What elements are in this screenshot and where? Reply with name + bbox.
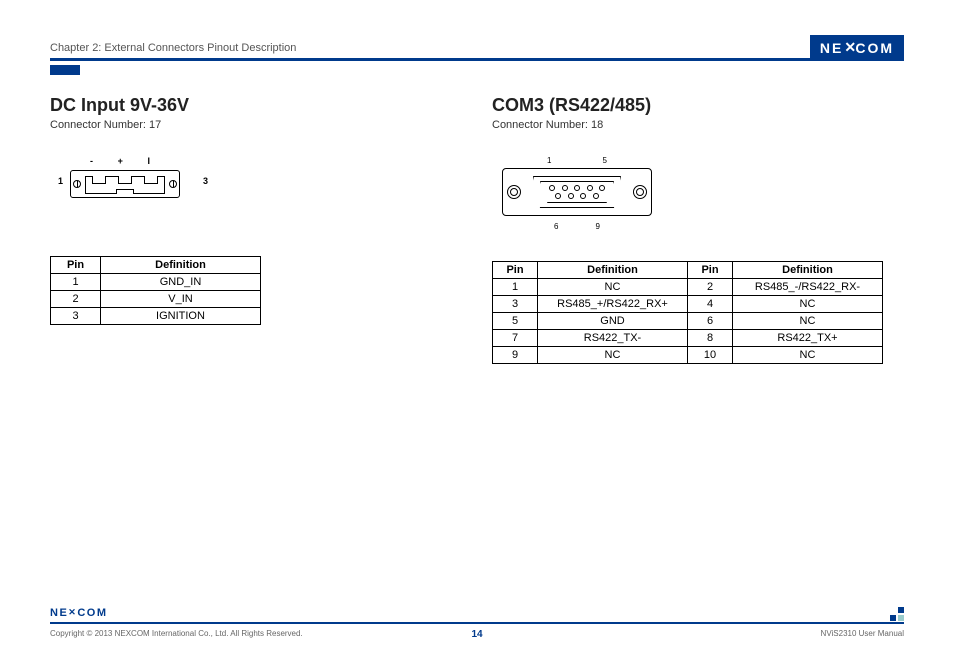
dc-notch-icon — [116, 189, 134, 194]
th-pin: Pin — [51, 257, 101, 274]
db9-pin-icon — [549, 185, 555, 191]
dc-pin-label-3: 3 — [203, 176, 208, 186]
footer-rule — [50, 622, 904, 624]
footer-logo: NE✕COM — [50, 607, 108, 619]
footer-mark-icon — [890, 607, 904, 621]
db9-pin-icon — [555, 193, 561, 199]
db9-pin-icon — [580, 193, 586, 199]
db9-pin-icon — [574, 185, 580, 191]
db9-connector-diagram: 1 5 — [492, 156, 662, 231]
header-accent-mark — [50, 65, 80, 75]
screw-icon — [169, 180, 177, 188]
th-def: Definition — [101, 257, 261, 274]
header-rule — [50, 58, 904, 61]
db9-label-9: 9 — [596, 222, 600, 231]
db9-pin-icon — [562, 185, 568, 191]
table-row: 1NC2RS485_-/RS422_RX- — [493, 279, 883, 296]
dc-connector-number: Connector Number: 17 — [50, 119, 462, 131]
table-row: 3RS485_+/RS422_RX+4NC — [493, 296, 883, 313]
page-header: Chapter 2: External Connectors Pinout De… — [50, 35, 904, 60]
content-area: DC Input 9V-36V Connector Number: 17 - +… — [50, 95, 904, 364]
db9-label-5: 5 — [603, 156, 607, 165]
dc-pin-icon — [118, 176, 132, 184]
db9-pin-icon — [568, 193, 574, 199]
table-row: 7RS422_TX-8RS422_TX+ — [493, 330, 883, 347]
db9-label-1: 1 — [547, 156, 551, 165]
com3-connector-number: Connector Number: 18 — [492, 119, 904, 131]
dc-pin-label-1: 1 — [58, 176, 63, 186]
table-row: 9NC10NC — [493, 347, 883, 364]
db9-pin-icon — [599, 185, 605, 191]
dc-input-section: DC Input 9V-36V Connector Number: 17 - +… — [50, 95, 462, 364]
logo-x-icon: ✕ — [844, 39, 854, 56]
com3-section: COM3 (RS422/485) Connector Number: 18 1 … — [492, 95, 904, 364]
dc-input-title: DC Input 9V-36V — [50, 95, 462, 116]
th-pin: Pin — [493, 262, 538, 279]
db9-label-6: 6 — [554, 222, 558, 231]
db9-shell — [533, 176, 621, 208]
nexcom-logo: NE✕COM — [810, 35, 904, 60]
dc-pinout-table: Pin Definition 1GND_IN 2V_IN 3IGNITION — [50, 256, 261, 325]
dc-pin-icon — [92, 176, 106, 184]
table-row: 2V_IN — [51, 291, 261, 308]
table-row: 5GND6NC — [493, 313, 883, 330]
screw-icon — [507, 185, 521, 199]
dc-connector-diagram: - + I 1 3 — [50, 156, 210, 211]
dc-label-plus: + — [118, 156, 123, 166]
table-row: 3IGNITION — [51, 308, 261, 325]
db9-plate — [502, 168, 652, 216]
dc-connector-body — [70, 170, 180, 198]
dc-pin-icon — [144, 176, 158, 184]
th-def: Definition — [538, 262, 688, 279]
dc-label-i: I — [147, 156, 150, 166]
page-number: 14 — [0, 629, 954, 640]
com3-pinout-table: Pin Definition Pin Definition 1NC2RS485_… — [492, 261, 883, 364]
db9-pin-icon — [593, 193, 599, 199]
table-row: 1GND_IN — [51, 274, 261, 291]
db9-pin-icon — [587, 185, 593, 191]
screw-icon — [73, 180, 81, 188]
chapter-title: Chapter 2: External Connectors Pinout De… — [50, 42, 296, 54]
screw-icon — [633, 185, 647, 199]
th-pin: Pin — [688, 262, 733, 279]
com3-title: COM3 (RS422/485) — [492, 95, 904, 116]
th-def: Definition — [733, 262, 883, 279]
dc-label-minus: - — [90, 156, 93, 166]
